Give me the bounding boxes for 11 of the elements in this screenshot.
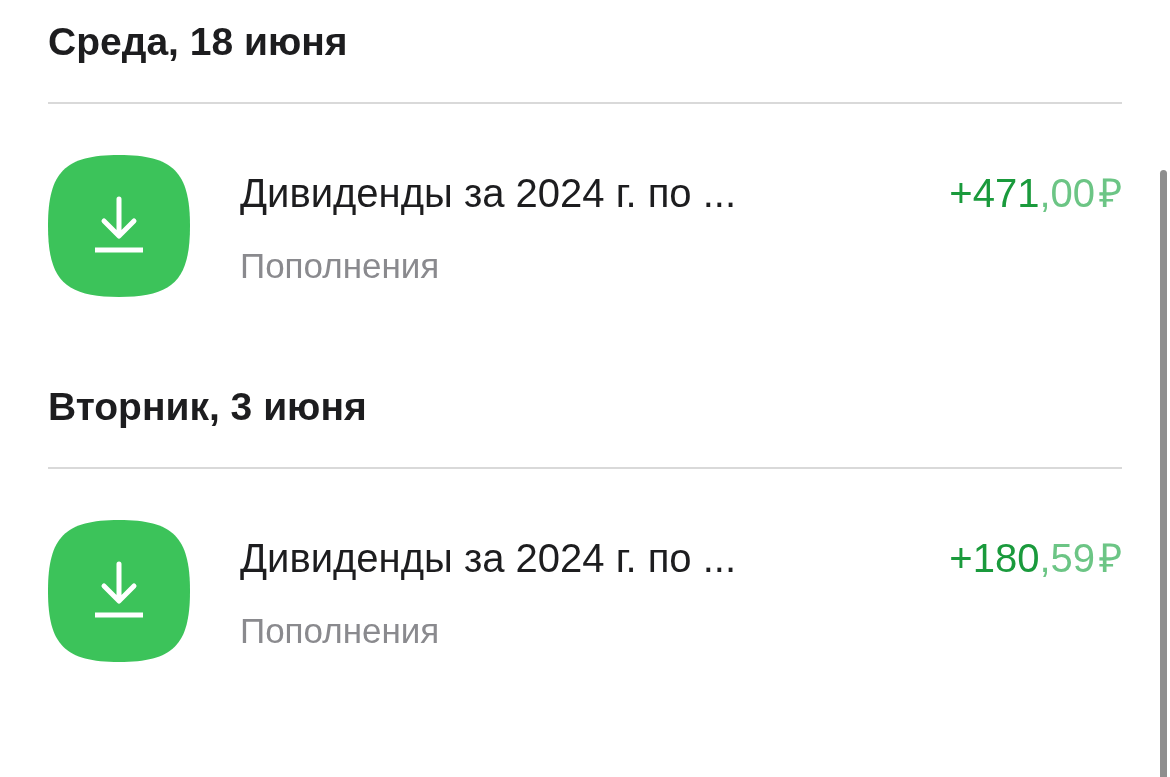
operation-title: Дивиденды за 2024 г. по ... <box>240 535 737 582</box>
operation-title: Дивиденды за 2024 г. по ... <box>240 170 737 217</box>
operation-amount: +471,00₽ <box>949 170 1122 217</box>
operation-amount: +180,59₽ <box>949 535 1122 582</box>
day-heading: Среда, 18 июня <box>48 19 349 65</box>
operation-category: Пополнения <box>240 610 441 652</box>
scrollbar[interactable] <box>1160 170 1167 777</box>
day-heading: Вторник, 3 июня <box>48 384 368 430</box>
download-icon <box>48 155 190 297</box>
download-icon <box>48 520 190 662</box>
operation-category: Пополнения <box>240 245 441 287</box>
